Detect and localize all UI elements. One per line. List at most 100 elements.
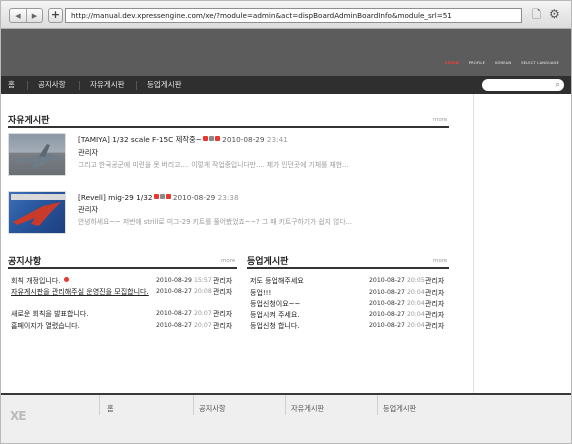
sidebar-divider bbox=[473, 94, 474, 393]
level-board-title[interactable]: 등업게시판 bbox=[247, 254, 288, 267]
footer-divider bbox=[193, 395, 194, 415]
row-author[interactable]: 관리자 bbox=[213, 287, 232, 297]
row-date-text: 2010-08-27 bbox=[156, 310, 192, 317]
row-author[interactable]: 관리자 bbox=[425, 276, 444, 286]
jet-image bbox=[13, 144, 63, 168]
main-content: 자유게시판 more [TAMIYA] 1/32 scale F-15C 제작중… bbox=[1, 94, 571, 393]
row-date-text: 2010-08-27 bbox=[369, 289, 405, 296]
nav-item-level-board[interactable]: 등업게시판 bbox=[147, 79, 182, 90]
site-header: LOGIN PROFILE KOREAN SELECT LANGUAGE bbox=[1, 29, 571, 76]
footer-link-notice[interactable]: 공지사항 bbox=[199, 404, 225, 414]
jet-image bbox=[11, 194, 65, 226]
notice-row-title[interactable]: 새로운 회칙을 발표합니다. bbox=[11, 309, 89, 319]
page-menu-icon[interactable]: 🗋 bbox=[532, 9, 546, 22]
address-bar[interactable]: http://manual.dev.xpressengine.com/xe/?m… bbox=[65, 8, 522, 23]
level-board-rule bbox=[247, 267, 449, 269]
post-excerpt[interactable]: 안녕하세요~~ 저번에 strill로 미그-29 키트를 풀어봤었죠~~? 그… bbox=[78, 216, 352, 226]
post-thumbnail[interactable] bbox=[8, 133, 66, 176]
row-date: 2010-08-27 20:04 bbox=[369, 300, 425, 307]
post-title-text: [Revell] mig-29 1/32 bbox=[78, 193, 153, 202]
row-date-text: 2010-08-27 bbox=[369, 300, 405, 307]
select-language-link[interactable]: SELECT LANGUAGE bbox=[521, 61, 559, 65]
footer-link-level-board[interactable]: 등업게시판 bbox=[383, 404, 416, 414]
new-badge-icon bbox=[202, 136, 208, 141]
post-title-link[interactable]: [Revell] mig-29 1/32 2010-08-29 23:38 bbox=[78, 193, 239, 202]
row-author[interactable]: 관리자 bbox=[425, 299, 444, 309]
xe-logo: XE bbox=[10, 409, 26, 423]
row-date: 2010-08-27 20:04 bbox=[369, 322, 425, 329]
image-badge-icon bbox=[159, 194, 165, 199]
row-date: 2010-08-27 20:04 bbox=[369, 311, 425, 318]
post-date: 2010-08-29 bbox=[172, 193, 216, 202]
post-title-text: [TAMIYA] 1/32 scale F-15C 제작중~ bbox=[78, 135, 202, 144]
level-row-title[interactable]: 저도 등업해주세요 bbox=[250, 276, 304, 286]
post-time: 23:41 bbox=[266, 135, 288, 144]
file-badge-icon bbox=[214, 136, 220, 141]
row-author[interactable]: 관리자 bbox=[213, 276, 232, 286]
row-time-text: 20:07 bbox=[193, 310, 212, 317]
post-excerpt[interactable]: 그리고 한국공군에 미련을 못 버리고.... 이렇게 작업중입니다만.... … bbox=[78, 159, 348, 169]
row-title-text: 회칙 개정입니다. bbox=[11, 277, 61, 285]
level-row-title[interactable]: 등업시켜 주세요. bbox=[250, 310, 300, 320]
footer-link-free-board[interactable]: 자유게시판 bbox=[291, 404, 324, 414]
level-board-more-link[interactable]: more bbox=[433, 258, 447, 264]
post-author[interactable]: 관리자 bbox=[78, 205, 98, 215]
row-time-text: 20:05 bbox=[406, 277, 425, 284]
gear-icon[interactable]: ⚙ bbox=[549, 8, 567, 22]
korean-language-link[interactable]: KOREAN bbox=[495, 61, 511, 65]
notice-row-title[interactable]: 홈페이지가 열렸습니다. bbox=[11, 321, 80, 331]
nav-item-home[interactable]: 홈 bbox=[8, 79, 15, 90]
main-navigation: 홈 공지사항 자유게시판 등업게시판 ⌕ bbox=[1, 76, 571, 94]
search-icon[interactable]: ⌕ bbox=[556, 79, 560, 91]
row-author[interactable]: 관리자 bbox=[425, 321, 444, 331]
image-badge-icon bbox=[208, 136, 214, 141]
post-thumbnail[interactable] bbox=[8, 191, 66, 234]
notice-more-link[interactable]: more bbox=[221, 258, 235, 264]
back-button[interactable]: ◀ bbox=[10, 9, 26, 22]
new-badge-icon bbox=[63, 277, 69, 282]
nav-divider bbox=[136, 81, 137, 90]
plus-icon: + bbox=[50, 8, 61, 21]
row-date: 2010-08-27 20:07 bbox=[156, 310, 212, 317]
free-board-more-link[interactable]: more bbox=[433, 117, 447, 123]
free-board-rule bbox=[8, 126, 449, 128]
add-bookmark-button[interactable]: + bbox=[48, 8, 63, 23]
footer-divider bbox=[377, 395, 378, 415]
post-title-link[interactable]: [TAMIYA] 1/32 scale F-15C 제작중~ 2010-08-2… bbox=[78, 135, 288, 145]
file-badge-icon bbox=[165, 194, 171, 199]
level-row-title[interactable]: 등업신청이요~~ bbox=[250, 299, 300, 309]
nav-item-notice[interactable]: 공지사항 bbox=[38, 79, 66, 90]
row-date-text: 2010-08-27 bbox=[156, 288, 192, 295]
row-time-text: 20:08 bbox=[193, 288, 212, 295]
search-input[interactable]: ⌕ bbox=[482, 79, 564, 91]
row-author[interactable]: 관리자 bbox=[425, 310, 444, 320]
notice-title[interactable]: 공지사항 bbox=[8, 254, 41, 267]
row-date-text: 2010-08-27 bbox=[369, 311, 405, 318]
profile-link[interactable]: PROFILE bbox=[469, 61, 485, 65]
level-row-title[interactable]: 등업신청 합니다. bbox=[250, 321, 300, 331]
row-date-text: 2010-08-27 bbox=[369, 322, 405, 329]
row-author[interactable]: 관리자 bbox=[213, 321, 232, 331]
row-date-text: 2010-08-29 bbox=[156, 277, 192, 284]
footer-link-home[interactable]: 홈 bbox=[107, 404, 114, 414]
login-link[interactable]: LOGIN bbox=[445, 61, 459, 65]
account-links: LOGIN PROFILE KOREAN SELECT LANGUAGE bbox=[445, 61, 559, 65]
row-date: 2010-08-27 20:04 bbox=[369, 289, 425, 296]
row-author[interactable]: 관리자 bbox=[425, 288, 444, 298]
row-author[interactable]: 관리자 bbox=[213, 309, 232, 319]
notice-row-title[interactable]: 자유게시판을 관리해주실 운영진을 모집합니다. bbox=[11, 287, 153, 297]
notice-row-title[interactable]: 회칙 개정입니다. bbox=[11, 276, 69, 286]
nav-divider bbox=[27, 81, 28, 90]
nav-divider bbox=[79, 81, 80, 90]
level-row-title[interactable]: 등업!!! bbox=[250, 288, 271, 298]
new-badge-icon bbox=[153, 194, 159, 199]
post-author[interactable]: 관리자 bbox=[78, 148, 98, 158]
history-buttons: ◀ ▶ bbox=[9, 8, 43, 23]
nav-item-free-board[interactable]: 자유게시판 bbox=[90, 79, 125, 90]
footer-divider bbox=[99, 395, 100, 415]
row-date: 2010-08-27 20:07 bbox=[156, 322, 212, 329]
back-icon: ◀ bbox=[15, 11, 21, 20]
forward-button[interactable]: ▶ bbox=[25, 9, 42, 22]
free-board-title[interactable]: 자유게시판 bbox=[8, 113, 49, 126]
row-date: 2010-08-29 15:57 bbox=[156, 277, 212, 284]
